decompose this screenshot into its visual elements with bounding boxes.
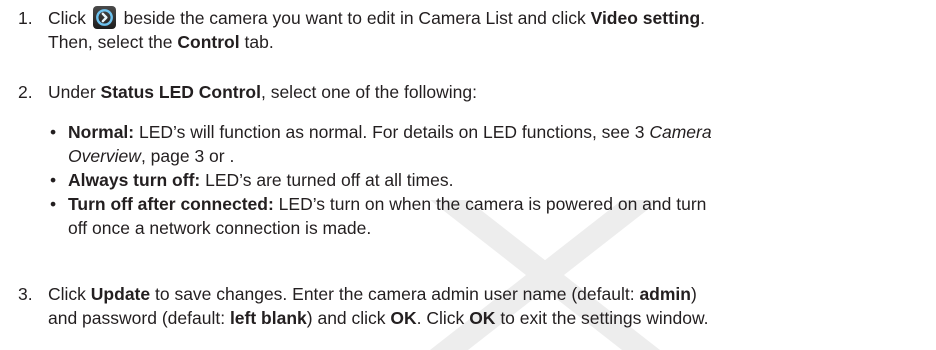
text-run: ) and click	[306, 308, 386, 328]
option-text: LED’s turn on when the camera is powered…	[278, 194, 707, 214]
option-text: , page 3 or .	[140, 146, 235, 166]
text-run: Then, select the	[48, 32, 173, 52]
video-setting-label: Video setting	[590, 8, 701, 28]
step-number: 3.	[18, 284, 33, 304]
ok-label: OK	[390, 308, 417, 328]
status-led-control-label: Status LED Control	[100, 82, 261, 102]
text-run: Under	[48, 82, 96, 102]
text-run: beside the camera you want to edit in Ca…	[123, 8, 586, 28]
option-label: Normal:	[68, 122, 135, 142]
option-label: Always turn off:	[68, 170, 201, 190]
text-run: )	[690, 284, 697, 304]
option-text: off once a network connection is made.	[68, 218, 372, 238]
bullet-icon: •	[50, 170, 57, 190]
text-run: to exit the settings window.	[500, 308, 709, 328]
option-text: LED’s will function as normal. For detai…	[139, 122, 645, 142]
left-blank-label: left blank	[229, 308, 307, 328]
option-italic: Camera	[649, 122, 712, 142]
text-run: tab.	[244, 32, 274, 52]
text-run: .	[700, 8, 706, 28]
update-label: Update	[90, 284, 151, 304]
step-text: Click Update to save changes. Enter the …	[48, 282, 926, 330]
text-run: , select one of the following:	[260, 82, 477, 102]
options-list: • Normal: LED’s will function as normal.…	[18, 120, 926, 240]
option-italic: Overview	[68, 146, 141, 166]
bullet-icon: •	[50, 194, 57, 214]
step-number: 1.	[18, 8, 33, 28]
step-text: Under Status LED Control, select one of …	[48, 80, 926, 104]
text-run: to save changes. Enter the camera admin …	[154, 284, 635, 304]
text-run: Click	[48, 8, 86, 28]
step-2: 2. Under Status LED Control, select one …	[18, 80, 926, 104]
step-3: 3. Click Update to save changes. Enter t…	[18, 282, 926, 330]
text-run: . Click	[416, 308, 465, 328]
option-text: LED’s are turned off at all times.	[205, 170, 454, 190]
option-always-turn-off: • Always turn off: LED’s are turned off …	[48, 168, 926, 192]
step-text: Click beside the camera you want to edit…	[48, 6, 926, 54]
ok-label: OK	[469, 308, 496, 328]
option-turn-off-after-connected: • Turn off after connected: LED’s turn o…	[48, 192, 926, 240]
step-1: 1. Click beside the camera you want to e…	[18, 6, 926, 54]
control-tab-label: Control	[177, 32, 240, 52]
option-label: Turn off after connected:	[68, 194, 274, 214]
text-run: Click	[48, 284, 86, 304]
bullet-icon: •	[50, 122, 57, 142]
option-normal: • Normal: LED’s will function as normal.…	[48, 120, 926, 168]
camera-settings-icon	[92, 6, 116, 29]
step-number: 2.	[18, 82, 33, 102]
admin-label: admin	[639, 284, 691, 304]
text-run: and password (default:	[48, 308, 226, 328]
